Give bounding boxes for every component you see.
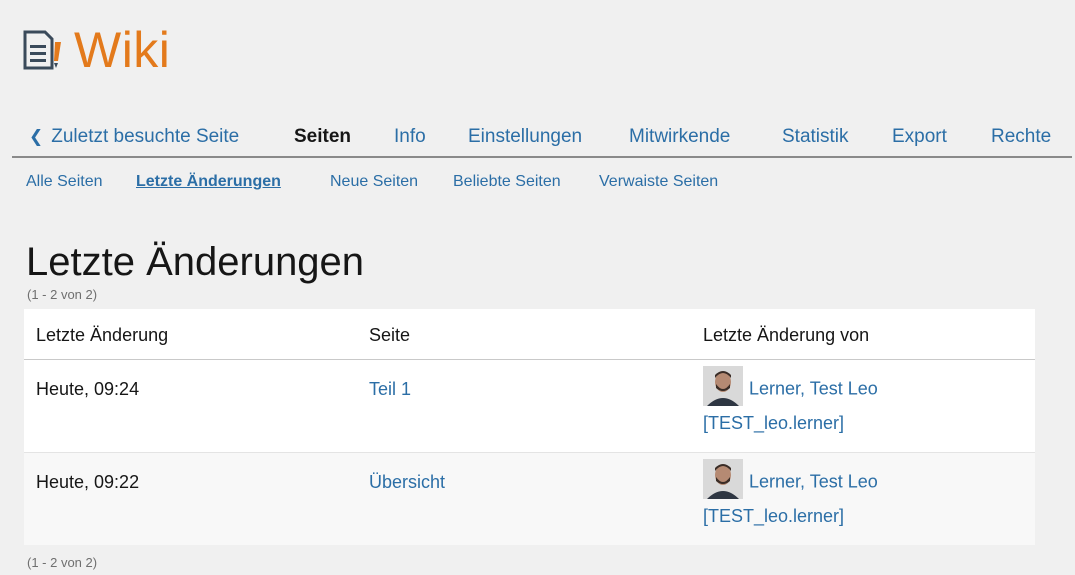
tab-statistik[interactable]: Statistik bbox=[782, 126, 849, 148]
row-user-name[interactable]: Lerner, Test Leo bbox=[749, 472, 878, 492]
row-user: Lerner, Test Leo [TEST_leo.lerner] bbox=[703, 459, 1023, 532]
wiki-icon bbox=[23, 30, 61, 70]
tab-mitwirkende[interactable]: Mitwirkende bbox=[629, 126, 730, 148]
subtab-alle-seiten[interactable]: Alle Seiten bbox=[26, 173, 103, 191]
subtab-beliebte-seiten[interactable]: Beliebte Seiten bbox=[453, 173, 561, 191]
column-header-date: Letzte Änderung bbox=[36, 325, 169, 345]
row-date: Heute, 09:24 bbox=[36, 379, 140, 399]
header: Wiki bbox=[22, 22, 170, 78]
subtab-neue-seiten[interactable]: Neue Seiten bbox=[330, 173, 418, 191]
tab-back-label: Zuletzt besuchte Seite bbox=[51, 126, 240, 147]
wiki-title: Wiki bbox=[74, 22, 171, 78]
result-count-bottom: (1 - 2 von 2) bbox=[27, 555, 98, 570]
row-date: Heute, 09:22 bbox=[36, 472, 140, 492]
row-page-link[interactable]: Teil 1 bbox=[369, 379, 411, 400]
subtab-letzte-aenderungen[interactable]: Letzte Änderungen bbox=[136, 173, 281, 191]
changes-table: Letzte Änderung Seite Letzte Änderung vo… bbox=[24, 309, 1035, 545]
avatar bbox=[703, 366, 743, 406]
table-header: Letzte Änderung Seite Letzte Änderung vo… bbox=[24, 309, 1035, 360]
row-user-name[interactable]: Lerner, Test Leo bbox=[749, 379, 878, 399]
subtab-verwaiste-seiten[interactable]: Verwaiste Seiten bbox=[599, 173, 718, 191]
tab-rechte[interactable]: Rechte bbox=[991, 126, 1051, 148]
row-user: Lerner, Test Leo [TEST_leo.lerner] bbox=[703, 366, 1023, 439]
chevron-left-icon: ❮ bbox=[29, 127, 44, 146]
tab-export[interactable]: Export bbox=[892, 126, 947, 148]
page-title: Letzte Änderungen bbox=[26, 240, 365, 284]
table-row: Heute, 09:24 Teil 1 Lerner, Test Leo [TE… bbox=[24, 360, 1035, 453]
tab-bar: ❮ Zuletzt besuchte Seite Seiten Info Eins… bbox=[12, 118, 1072, 158]
tab-einstellungen[interactable]: Einstellungen bbox=[468, 126, 582, 148]
tab-info[interactable]: Info bbox=[394, 126, 426, 148]
column-header-page: Seite bbox=[369, 325, 411, 345]
result-count-top: (1 - 2 von 2) bbox=[27, 287, 98, 302]
tab-seiten[interactable]: Seiten bbox=[294, 126, 351, 148]
row-user-login[interactable]: [TEST_leo.lerner] bbox=[703, 501, 1023, 532]
row-user-login[interactable]: [TEST_leo.lerner] bbox=[703, 408, 1023, 439]
avatar bbox=[703, 459, 743, 499]
tab-back[interactable]: ❮ Zuletzt besuchte Seite bbox=[29, 126, 239, 148]
row-page-link[interactable]: Übersicht bbox=[369, 472, 445, 493]
table-row: Heute, 09:22 Übersicht Lerner, Test Leo … bbox=[24, 453, 1035, 545]
column-header-user: Letzte Änderung von bbox=[703, 325, 870, 345]
